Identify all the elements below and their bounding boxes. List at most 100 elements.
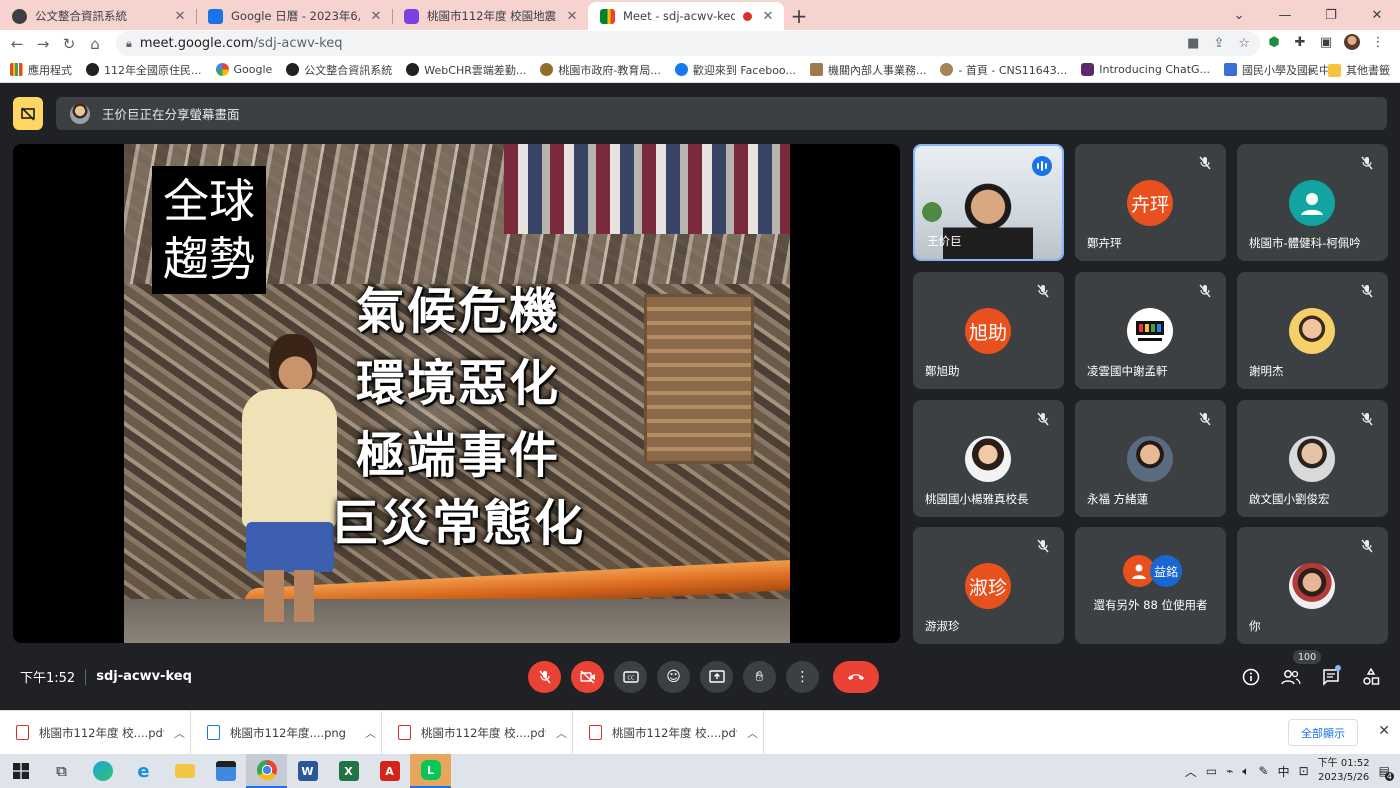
store-icon[interactable]: [205, 754, 246, 788]
bookmark-item[interactable]: 桃園市政府-教育局...: [540, 62, 661, 78]
notification-icon[interactable]: ▤ 4: [1379, 764, 1394, 781]
tab-0[interactable]: 公文整合資訊系統 ✕: [0, 2, 196, 30]
captions-button[interactable]: CC: [614, 661, 647, 693]
address-bar[interactable]: 🔒︎ meet.google.com/sdj-acwv-keq ■ ⇪ ☆: [116, 31, 1260, 56]
people-icon[interactable]: [1280, 666, 1302, 688]
avatar: [1127, 436, 1173, 482]
download-item[interactable]: 桃園市112年度 校....pdf ︿: [382, 710, 573, 755]
emoji-button[interactable]: ☺: [657, 661, 690, 693]
tab-search-icon[interactable]: ⌄: [1216, 0, 1262, 30]
minimize-icon[interactable]: —: [1262, 0, 1308, 30]
bookmark-item[interactable]: 機關內部人事業務...: [809, 62, 926, 78]
other-bookmarks[interactable]: 其他書籤: [1328, 62, 1390, 78]
download-filename: 桃園市112年度....png: [230, 725, 346, 740]
restore-icon[interactable]: ❐: [1308, 0, 1354, 30]
acrobat-icon[interactable]: A: [369, 754, 410, 788]
bookmark-item[interactable]: - 首頁 - CNS11643...: [940, 62, 1067, 78]
reload-icon[interactable]: ↻: [56, 32, 82, 56]
file-explorer-icon[interactable]: [164, 754, 205, 788]
profile-avatar[interactable]: [1344, 32, 1360, 52]
participant-tile[interactable]: 啟文國小劉俊宏: [1237, 400, 1388, 517]
line-icon[interactable]: L: [410, 754, 451, 788]
bookmark-star-icon[interactable]: ☆: [1238, 36, 1250, 51]
tab-meet[interactable]: Meet - sdj-acwv-keq ✕: [588, 2, 784, 30]
activities-icon[interactable]: [1360, 666, 1382, 688]
chrome-icon[interactable]: [246, 754, 287, 788]
close-icon[interactable]: ✕: [760, 9, 776, 24]
bookmark-item[interactable]: WebCHR雲端差勤...: [406, 62, 526, 78]
clock-date: 2023/5/26: [1318, 772, 1370, 783]
word-icon[interactable]: W: [287, 754, 328, 788]
bookmark-apps[interactable]: 應用程式: [10, 62, 72, 78]
download-item[interactable]: 桃園市112年度 校....pdf ︿: [573, 710, 764, 755]
lock-icon[interactable]: 🔒︎: [126, 37, 132, 51]
back-icon[interactable]: ←: [4, 32, 30, 56]
present-now-button[interactable]: [700, 661, 733, 693]
forward-icon[interactable]: →: [30, 32, 56, 56]
meeting-details-icon[interactable]: [1240, 666, 1262, 688]
tab-2[interactable]: 桃園市112年度 校園地震災害防救 ✕: [392, 2, 588, 30]
stop-presenting-icon[interactable]: [13, 97, 43, 130]
close-window-icon[interactable]: ✕: [1354, 0, 1400, 30]
url-text[interactable]: meet.google.com/sdj-acwv-keq: [140, 36, 343, 51]
download-item[interactable]: 桃園市112年度....png ︿: [191, 710, 382, 755]
chevron-up-icon[interactable]: ︿: [174, 725, 190, 741]
more-participants-tile[interactable]: 益銘 還有另外 88 位使用者: [1075, 527, 1226, 644]
meet-tray-icon[interactable]: ▭: [1206, 764, 1217, 778]
camera-toggle-button[interactable]: [571, 661, 604, 693]
bookmark-item[interactable]: 公文整合資訊系統: [286, 62, 392, 78]
close-icon[interactable]: ✕: [1378, 723, 1390, 739]
bookmark-item[interactable]: Google: [215, 63, 272, 76]
chevron-up-icon[interactable]: ︿: [365, 725, 381, 741]
bookmarks-overflow[interactable]: »: [1307, 64, 1314, 77]
chevron-up-icon[interactable]: ︿: [747, 725, 763, 741]
bookmark-item[interactable]: Introducing ChatG...: [1081, 63, 1210, 76]
close-icon[interactable]: ✕: [368, 9, 384, 24]
mic-toggle-button[interactable]: [528, 661, 561, 693]
ime-indicator[interactable]: 中: [1278, 763, 1290, 780]
camera-icon[interactable]: ■: [1187, 36, 1199, 51]
chevron-up-icon[interactable]: ︿: [556, 725, 572, 741]
chevron-up-icon[interactable]: ︿: [1185, 763, 1197, 780]
start-windows-icon[interactable]: [0, 754, 41, 788]
participant-tile[interactable]: 王价巨: [913, 144, 1064, 261]
new-tab-button[interactable]: +: [784, 2, 814, 30]
participant-tile[interactable]: 桃園市-體健科-柯佩吟: [1237, 144, 1388, 261]
bookmark-item[interactable]: 歡迎來到 Faceboo...: [674, 62, 796, 78]
show-all-button[interactable]: 全部顯示: [1288, 719, 1358, 746]
download-item[interactable]: 桃園市112年度 校....pdf ︿: [0, 710, 191, 755]
participant-tile[interactable]: 桃園國小楊雅真校長: [913, 400, 1064, 517]
more-options-button[interactable]: ⋮: [786, 661, 819, 693]
raise-hand-button[interactable]: ✋︎: [743, 661, 776, 693]
participant-tile[interactable]: 旭助 鄭旭助: [913, 272, 1064, 389]
task-view-icon[interactable]: ⧉: [41, 754, 82, 788]
menu-icon[interactable]: ⋮: [1370, 32, 1386, 52]
puzzle-icon[interactable]: ✚: [1292, 32, 1308, 52]
sidepanel-icon[interactable]: ▣: [1318, 32, 1334, 52]
leave-call-button[interactable]: [833, 661, 879, 693]
system-clock[interactable]: 下午 01:52 2023/5/26: [1318, 757, 1370, 785]
pen-icon[interactable]: ✎: [1259, 764, 1269, 778]
close-icon[interactable]: ✕: [172, 9, 188, 24]
close-icon[interactable]: ✕: [564, 9, 580, 24]
ime-mode-icon[interactable]: ⊡: [1299, 764, 1309, 778]
shield-icon[interactable]: ⬢: [1266, 32, 1282, 52]
more-participants-text: 還有另外 88 位使用者: [1093, 598, 1208, 612]
share-icon[interactable]: ⇪: [1213, 36, 1224, 51]
network-icon[interactable]: ⌁: [1226, 764, 1233, 778]
bookmark-item[interactable]: 112年全國原住民...: [86, 62, 202, 78]
ie-icon[interactable]: e: [123, 754, 164, 788]
participant-tile[interactable]: 謝明杰: [1237, 272, 1388, 389]
self-tile[interactable]: 你: [1237, 527, 1388, 644]
participant-tile[interactable]: 凌雲國中謝孟軒: [1075, 272, 1226, 389]
avatar: [1289, 436, 1335, 482]
chat-icon[interactable]: [1320, 665, 1342, 688]
participant-tile[interactable]: 永福 方緒蓮: [1075, 400, 1226, 517]
tab-1[interactable]: Google 日曆 - 2023年6月5日當週 ✕: [196, 2, 392, 30]
excel-icon[interactable]: X: [328, 754, 369, 788]
participant-tile[interactable]: 卉玶 鄭卉玶: [1075, 144, 1226, 261]
participant-tile[interactable]: 淑珍 游淑珍: [913, 527, 1064, 644]
home-icon[interactable]: ⌂: [82, 32, 108, 56]
volume-icon[interactable]: 🔈︎: [1242, 764, 1249, 779]
edge-icon[interactable]: [82, 754, 123, 788]
